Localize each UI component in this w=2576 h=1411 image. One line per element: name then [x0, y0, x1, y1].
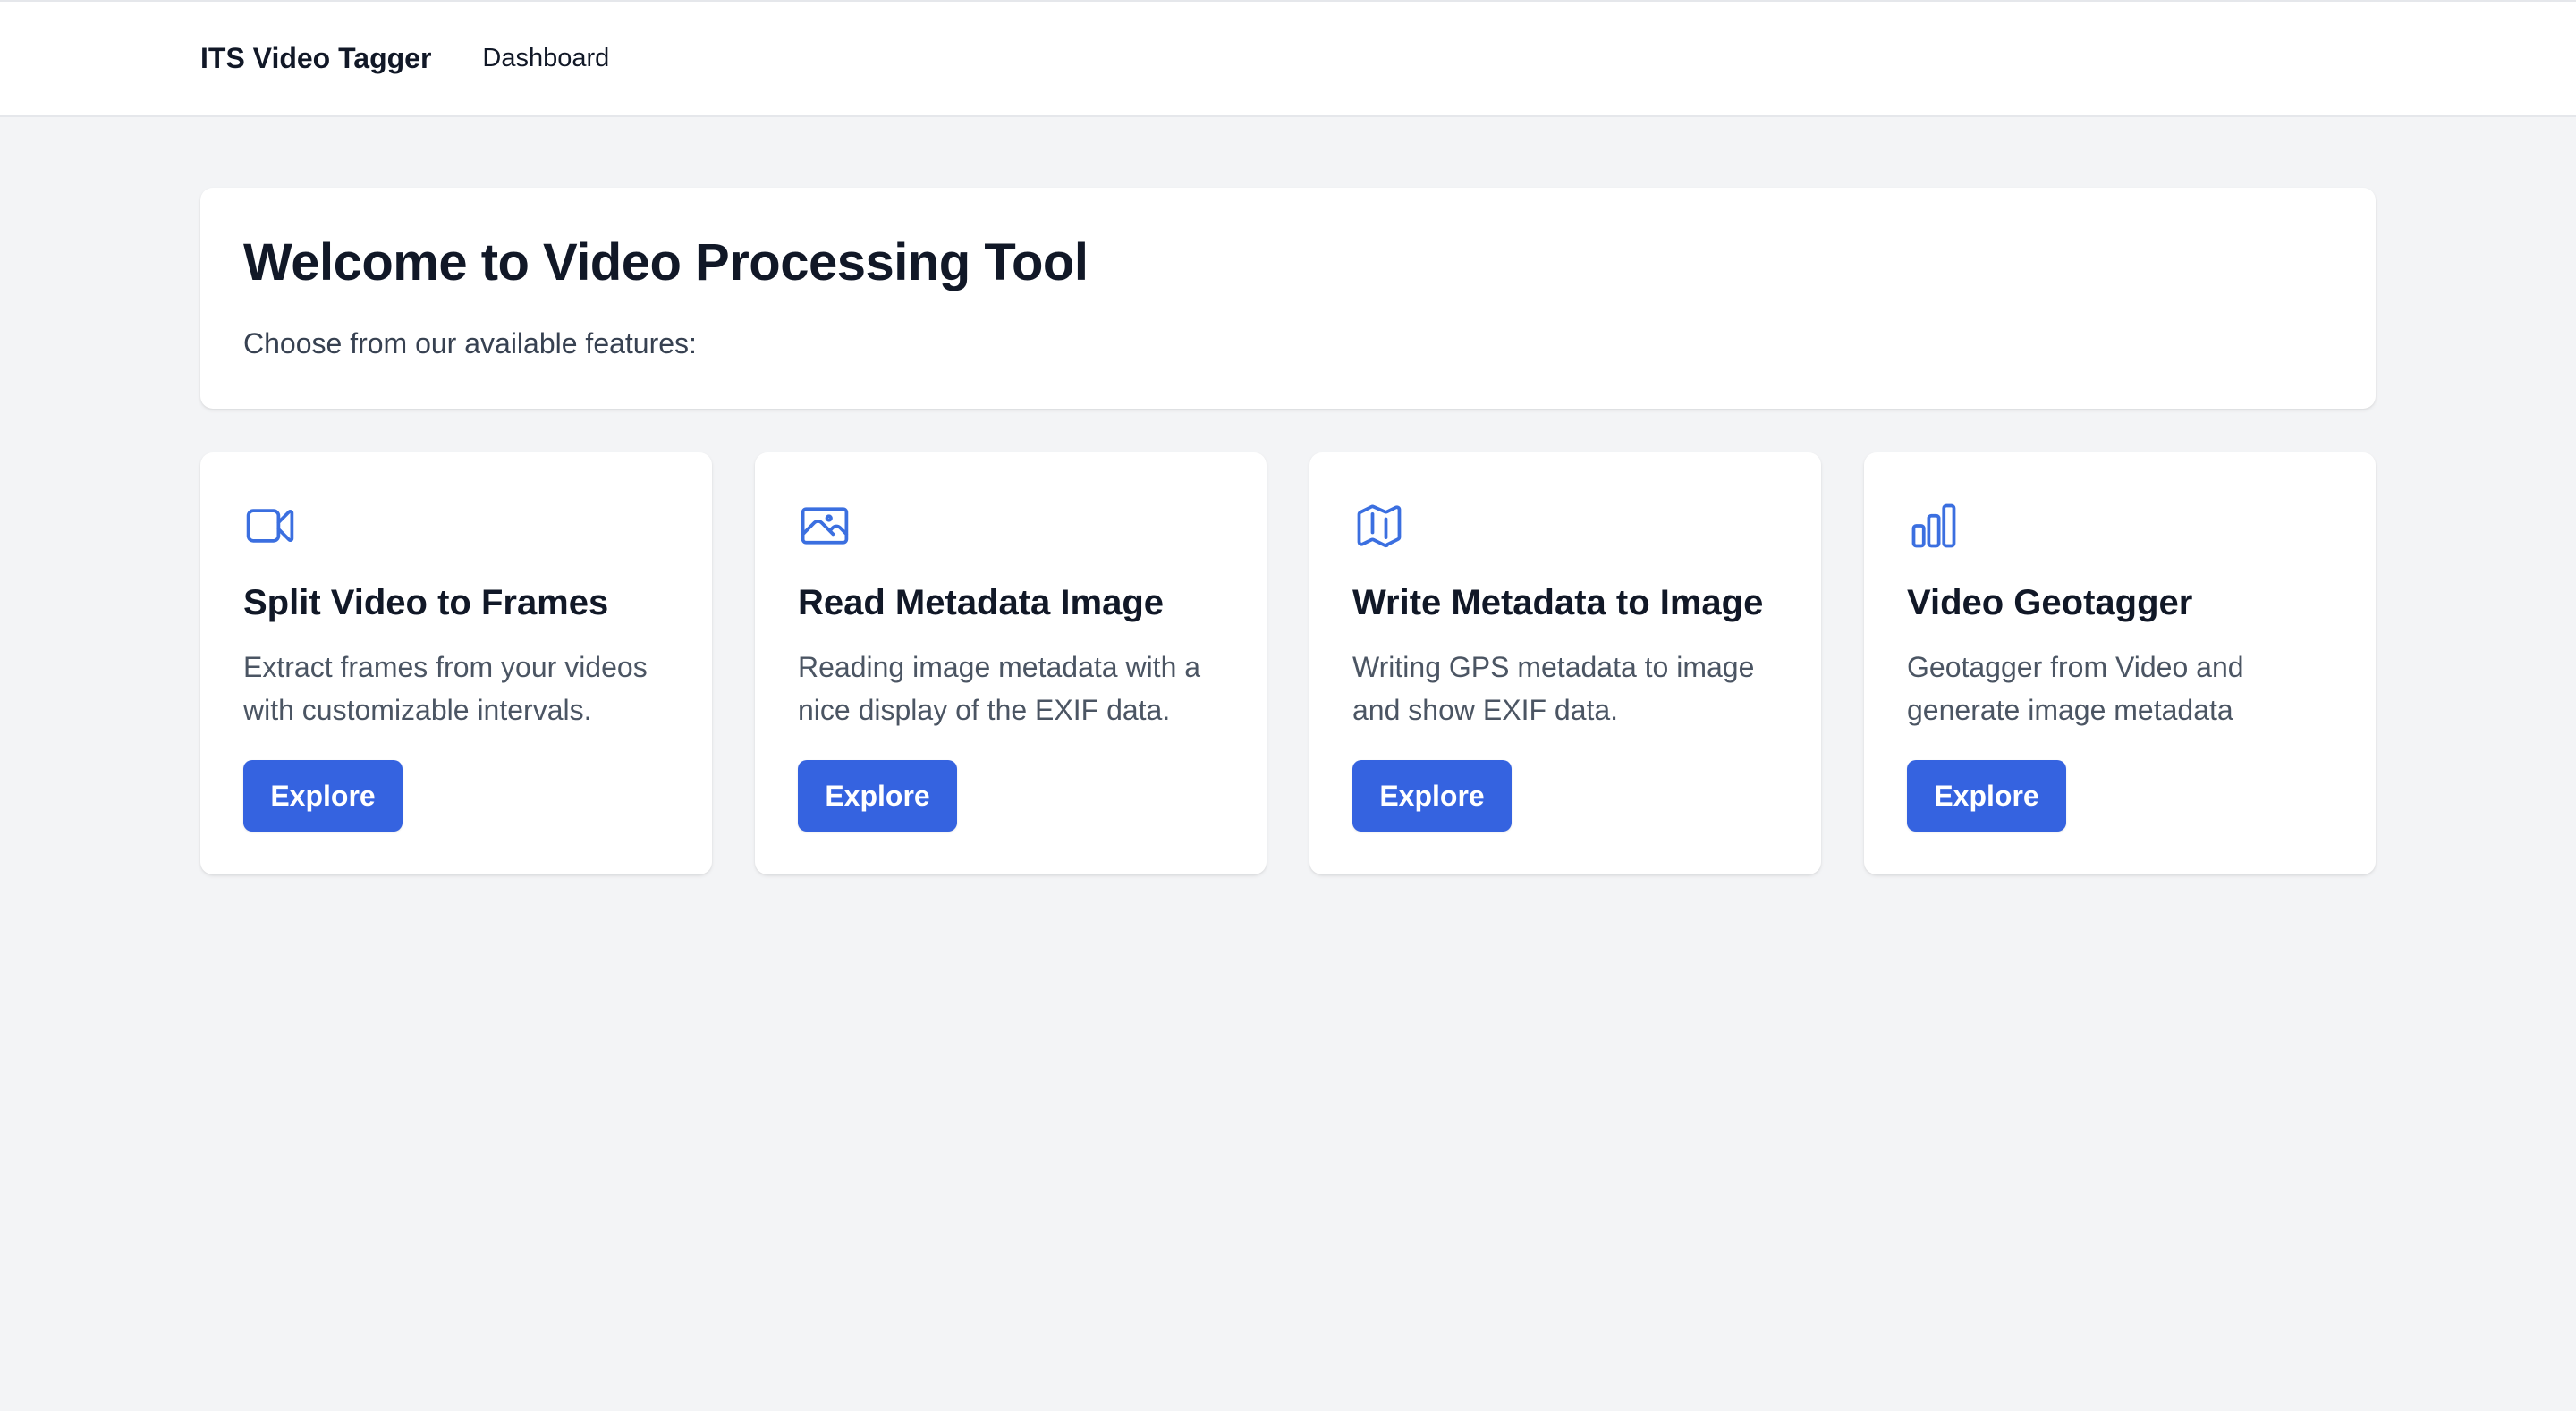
feature-cards: Split Video to Frames Extract frames fro…: [200, 452, 2376, 874]
feature-card-description: Reading image metadata with a nice displ…: [798, 651, 1201, 726]
explore-button[interactable]: Explore: [243, 760, 402, 832]
explore-button[interactable]: Explore: [1352, 760, 1512, 832]
page-subtitle: Choose from our available features:: [243, 327, 697, 359]
feature-card-title: Video Geotagger: [1907, 583, 2193, 622]
explore-button[interactable]: Explore: [798, 760, 957, 832]
feature-card-description: Geotagger from Video and generate image …: [1907, 651, 2244, 726]
feature-card-title: Write Metadata to Image: [1352, 583, 1764, 622]
feature-card-title: Read Metadata Image: [798, 583, 1165, 622]
nav-link-dashboard[interactable]: Dashboard: [482, 44, 609, 73]
image-icon: [798, 499, 852, 553]
feature-card-title: Split Video to Frames: [243, 583, 609, 622]
brand-title[interactable]: ITS Video Tagger: [200, 42, 431, 75]
explore-button[interactable]: Explore: [1907, 760, 2066, 832]
top-navbar: ITS Video Tagger Dashboard: [0, 0, 2576, 117]
feature-card-write-metadata: Write Metadata to Image Writing GPS meta…: [1309, 452, 1821, 874]
feature-card-video-geotagger: Video Geotagger Geotagger from Video and…: [1864, 452, 2376, 874]
feature-card-description: Extract frames from your videos with cus…: [243, 651, 648, 726]
page-title: Welcome to Video Processing Tool: [243, 233, 1089, 291]
bar-chart-icon: [1907, 499, 1961, 553]
welcome-panel: Welcome to Video Processing Tool Choose …: [200, 188, 2376, 409]
map-icon: [1352, 499, 1406, 553]
feature-card-read-metadata: Read Metadata Image Reading image metada…: [755, 452, 1267, 874]
video-camera-icon: [243, 499, 297, 553]
feature-card-split-video: Split Video to Frames Extract frames fro…: [200, 452, 712, 874]
feature-card-description: Writing GPS metadata to image and show E…: [1352, 651, 1755, 726]
